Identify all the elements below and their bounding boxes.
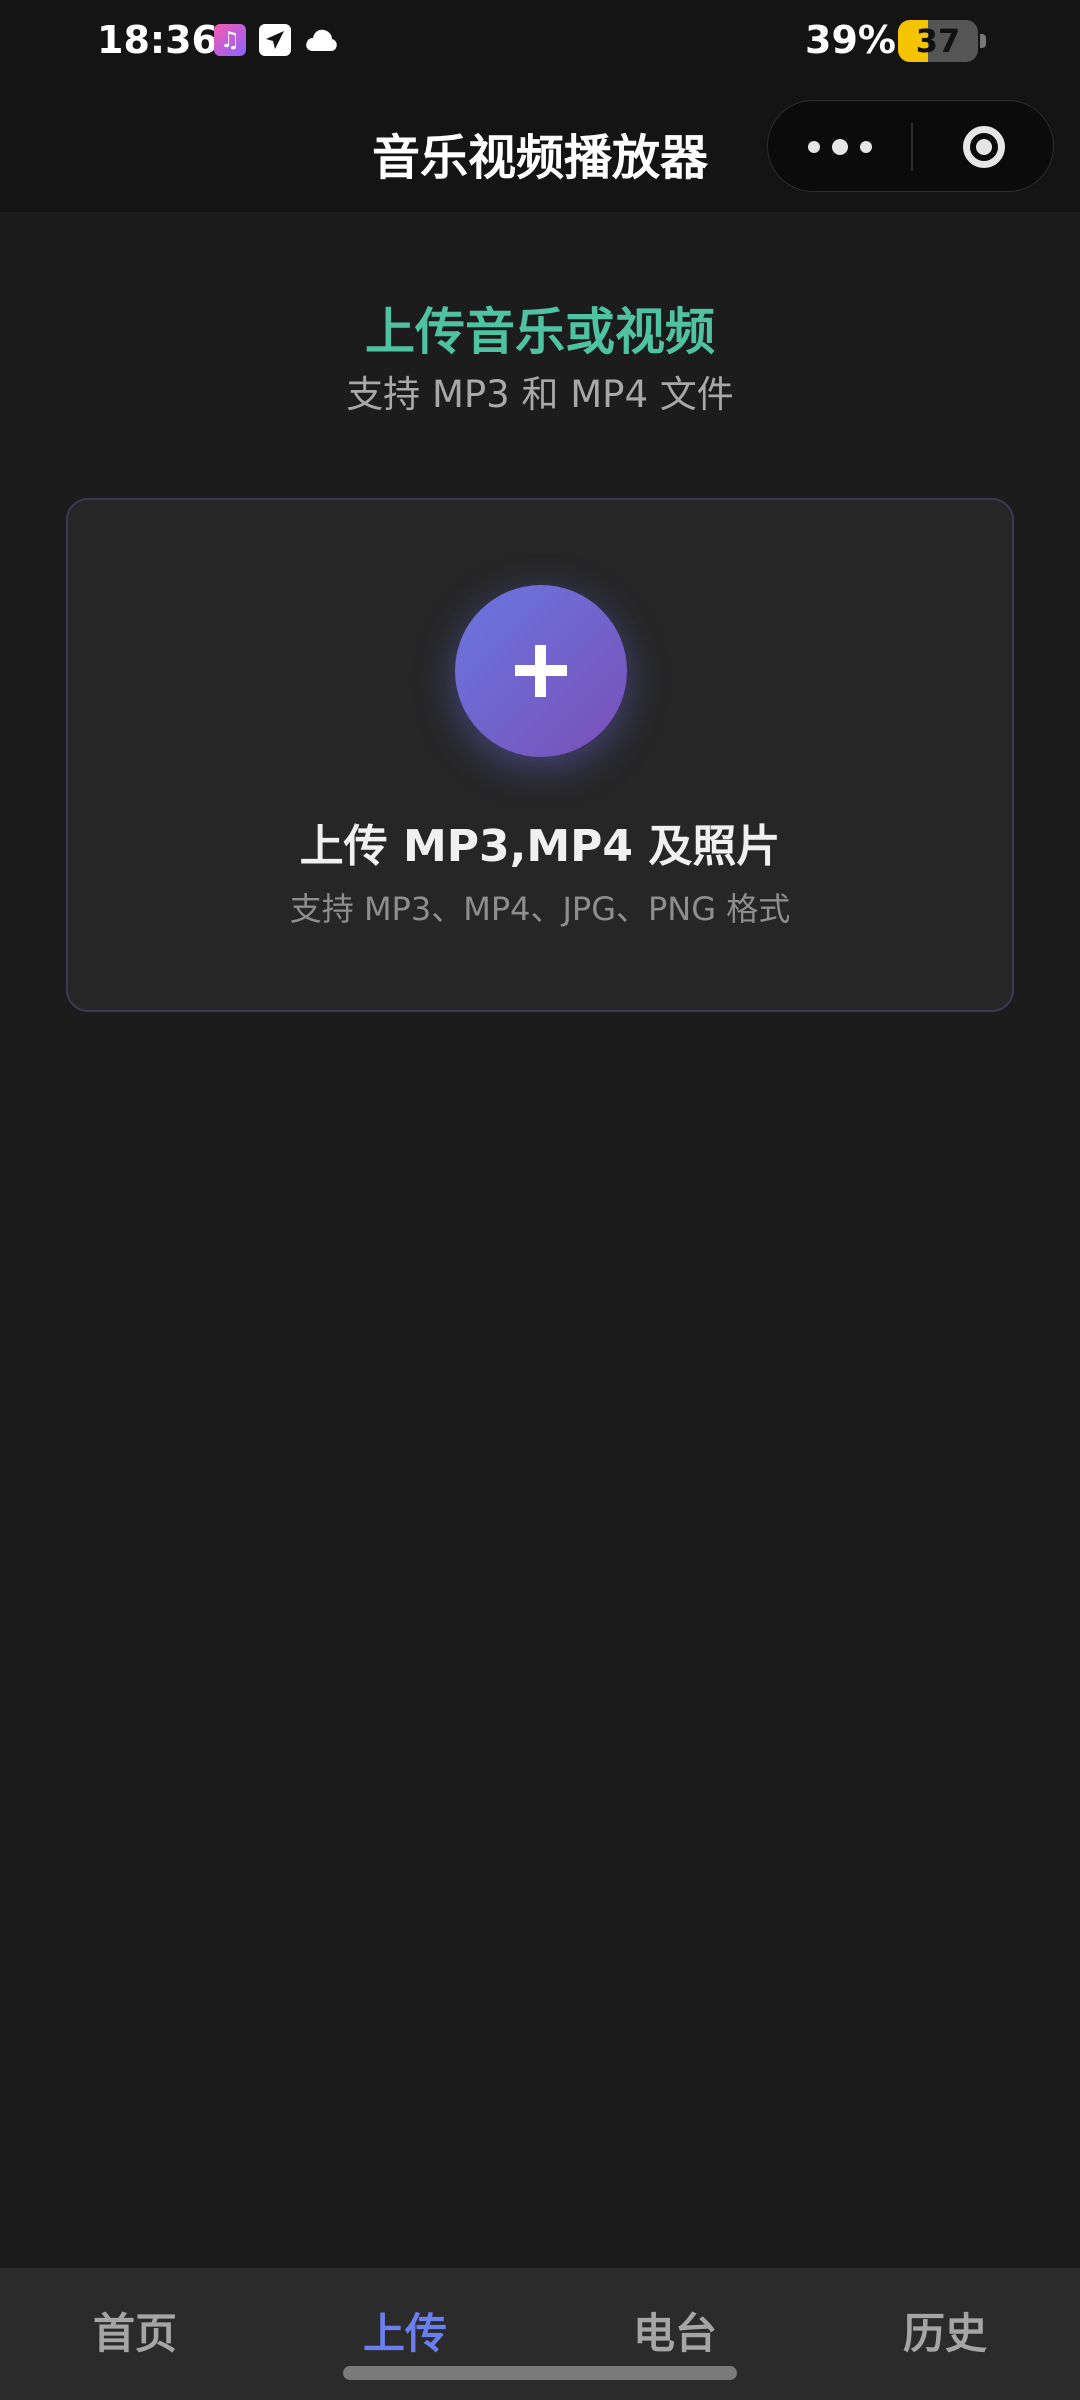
upload-subheading: 支持 MP3 和 MP4 文件 [346,373,734,416]
tab-upload[interactable]: 上传 [270,2268,540,2400]
upload-card-title: 上传 MP3,MP4 及照片 [299,821,781,872]
bottom-tab-bar: 首页 上传 电台 历史 [0,2268,1080,2400]
close-button[interactable] [913,101,1055,193]
cloud-icon [304,26,338,54]
upload-card[interactable]: 上传 MP3,MP4 及照片 支持 MP3、MP4、JPG、PNG 格式 [66,498,1014,1012]
status-bar: 18:36 ♫ 39% 37 [0,0,1080,90]
music-app-icon: ♫ [214,24,246,56]
tab-home[interactable]: 首页 [0,2268,270,2400]
add-file-button[interactable] [455,585,627,757]
upload-heading: 上传音乐或视频 [365,303,715,361]
more-dot-icon [807,141,820,153]
mini-program-capsule [767,100,1054,192]
battery-tip [980,34,986,48]
more-button[interactable] [768,101,911,193]
battery-percent: 39% [805,18,896,62]
tab-radio[interactable]: 电台 [540,2268,810,2400]
target-icon [963,126,1005,168]
upload-card-description: 支持 MP3、MP4、JPG、PNG 格式 [289,890,791,928]
tab-history[interactable]: 历史 [810,2268,1080,2400]
status-time: 18:36 [97,18,218,62]
more-dot-icon [831,139,848,155]
nav-bar: 音乐视频播放器 [0,90,1080,212]
battery-level: 37 [915,22,961,60]
battery-icon: 37 [898,20,978,62]
home-indicator [343,2366,737,2380]
more-dot-icon [859,141,872,153]
send-icon [259,24,291,56]
plus-icon [535,645,546,697]
